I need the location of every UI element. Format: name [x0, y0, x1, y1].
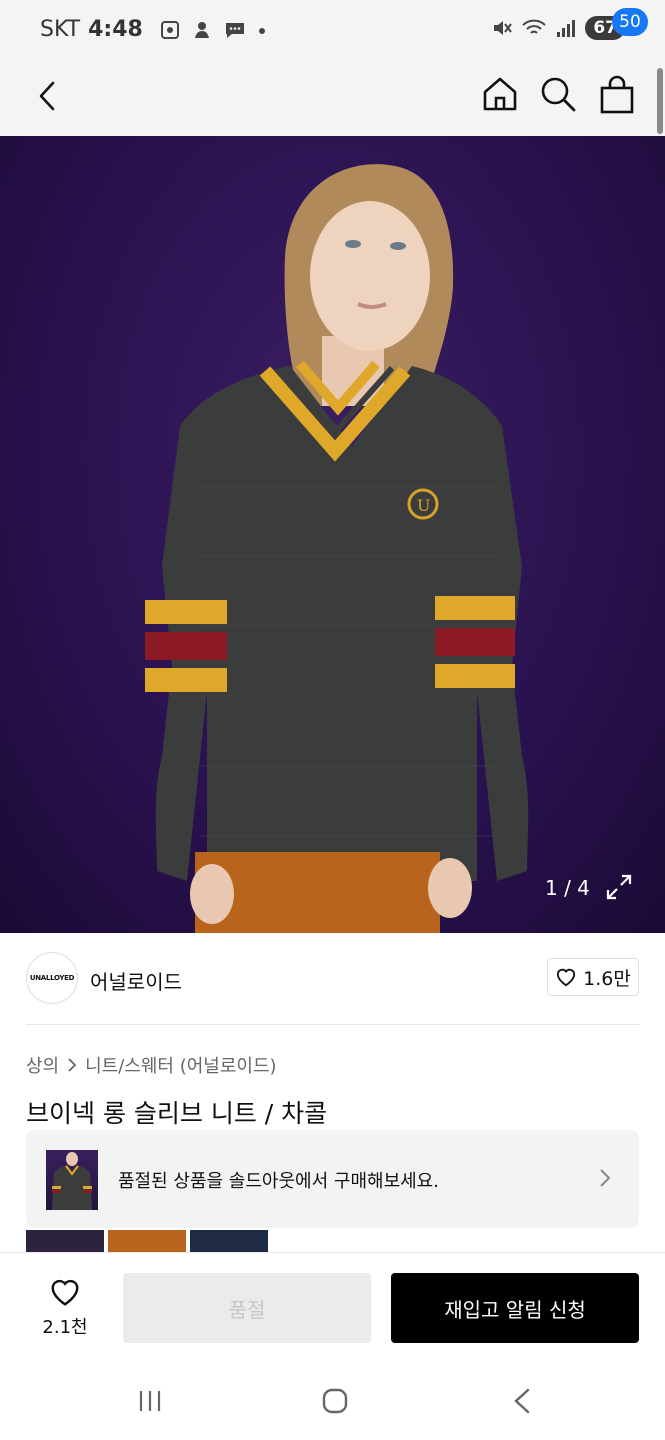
- product-image[interactable]: U: [0, 136, 665, 933]
- brand-logo-text: UNALLOYED: [29, 974, 75, 982]
- shopping-bag-icon[interactable]: [594, 72, 640, 118]
- brand-row[interactable]: UNALLOYED 어널로이드 1.6만: [26, 952, 639, 1006]
- breadcrumb-item-subcategory[interactable]: 니트/스웨터 (어널로이드): [85, 1052, 276, 1078]
- product-photo-illustration: U: [145, 164, 529, 933]
- bottom-action-bar: 2.1천 품절 재입고 알림 신청: [0, 1252, 665, 1358]
- soldout-button: 품절: [123, 1273, 371, 1343]
- dot-icon: [258, 27, 265, 34]
- thumbnail[interactable]: [190, 1230, 268, 1252]
- brand-name[interactable]: 어널로이드: [90, 966, 182, 995]
- thumbnail-strip: [26, 1230, 268, 1252]
- heart-icon: [51, 1279, 79, 1306]
- thumbnail[interactable]: [26, 1230, 104, 1252]
- brand-logo[interactable]: UNALLOYED: [26, 952, 78, 1004]
- back-icon: [39, 81, 55, 111]
- image-counter: 1 / 4: [545, 876, 590, 900]
- thumbnail-illustration: [52, 1152, 92, 1210]
- heart-icon: [557, 968, 576, 987]
- carrier: SKT: [40, 17, 81, 42]
- divider: [26, 1024, 639, 1025]
- chat-icon: [225, 22, 244, 38]
- home-icon[interactable]: [478, 72, 522, 116]
- back-nav-icon[interactable]: [508, 1386, 538, 1416]
- wishlist-button[interactable]: 2.1천: [36, 1277, 94, 1339]
- scrollbar[interactable]: [657, 68, 663, 134]
- soldout-banner-text: 품절된 상품을 솔드아웃에서 구매해보세요.: [118, 1171, 439, 1192]
- wishlist-count: 2.1천: [42, 1317, 88, 1338]
- clock: 4:48: [88, 17, 143, 42]
- notification-app-icon: [194, 21, 209, 38]
- system-nav-bar: [0, 1358, 665, 1440]
- thumbnail[interactable]: [108, 1230, 186, 1252]
- breadcrumb-item-category[interactable]: 상의: [26, 1052, 59, 1078]
- recent-apps-icon[interactable]: [135, 1386, 165, 1416]
- signal-icon: [557, 20, 576, 37]
- svg-text:U: U: [417, 496, 430, 515]
- soldout-banner[interactable]: 품절된 상품을 솔드아웃에서 구매해보세요.: [26, 1130, 639, 1228]
- wifi-icon: [522, 19, 547, 34]
- search-icon[interactable]: [536, 72, 580, 116]
- chevron-right-icon: [68, 1058, 77, 1072]
- status-bar: SKT 4:48 67: [0, 0, 665, 62]
- mute-icon: [494, 21, 513, 35]
- home-nav-icon[interactable]: [320, 1386, 350, 1416]
- breadcrumb: 상의 니트/스웨터 (어널로이드): [26, 1052, 277, 1078]
- expand-icon[interactable]: [604, 872, 634, 902]
- app-header: [0, 62, 665, 136]
- brand-like-button[interactable]: 1.6만: [547, 958, 639, 996]
- back-button[interactable]: [28, 76, 68, 116]
- banner-thumbnail: [46, 1150, 98, 1210]
- brand-like-count: 1.6만: [583, 967, 631, 990]
- product-title: 브이넥 롱 슬리브 니트 / 차콜: [26, 1099, 328, 1128]
- restock-alert-button[interactable]: 재입고 알림 신청: [391, 1273, 639, 1343]
- chevron-right-icon: [600, 1169, 611, 1187]
- cart-count-badge: 50: [612, 8, 648, 36]
- screenshot-icon: [160, 20, 179, 39]
